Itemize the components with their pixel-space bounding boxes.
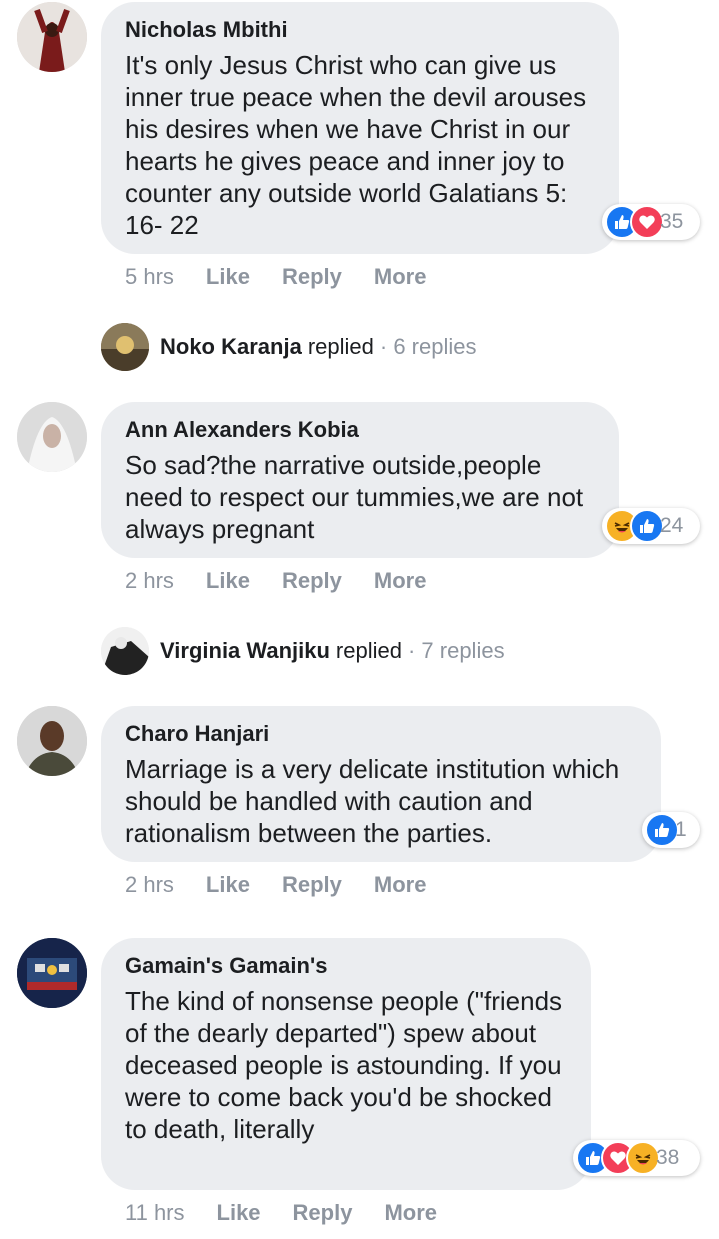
comment-bubble: Nicholas Mbithi It's only Jesus Christ w…	[101, 2, 619, 254]
commenter-name[interactable]: Nicholas Mbithi	[125, 15, 595, 45]
comment-timestamp[interactable]: 11 hrs	[125, 1200, 185, 1226]
reaction-count: 35	[660, 210, 684, 233]
reaction-count: 38	[656, 1146, 680, 1169]
reply-author-name[interactable]: Noko Karanja	[160, 334, 302, 360]
like-button[interactable]: Like	[206, 568, 250, 594]
comment-text: So sad?the narrative outside,people need…	[125, 450, 584, 544]
reply-button[interactable]: Reply	[293, 1200, 353, 1226]
like-icon	[645, 813, 679, 847]
avatar[interactable]	[17, 402, 87, 472]
reaction-summary[interactable]: 1	[642, 812, 700, 848]
replies-link[interactable]: Noko Karanja replied · 6 replies	[101, 323, 476, 371]
comment-actions: 5 hrs Like Reply More	[125, 264, 458, 290]
comment-text: The kind of nonsense people ("friends of…	[125, 986, 563, 1144]
reply-verb: replied	[335, 638, 402, 663]
commenter-name[interactable]: Charo Hanjari	[125, 719, 637, 749]
like-button[interactable]: Like	[206, 872, 250, 898]
reply-author-name[interactable]: Virginia Wanjiku	[160, 638, 330, 664]
comment-actions: 11 hrs Like Reply More	[125, 1200, 469, 1226]
commenter-name[interactable]: Gamain's Gamain's	[125, 951, 567, 981]
reply-avatar	[101, 627, 149, 675]
comment-actions: 2 hrs Like Reply More	[125, 568, 458, 594]
comment-text: Marriage is a very delicate institution …	[125, 754, 620, 848]
more-button[interactable]: More	[374, 568, 427, 594]
more-button[interactable]: More	[374, 872, 427, 898]
avatar[interactable]	[17, 2, 87, 72]
reaction-summary[interactable]: 38	[573, 1140, 700, 1176]
comment-text: It's only Jesus Christ who can give us i…	[125, 50, 587, 240]
comment-timestamp[interactable]: 2 hrs	[125, 568, 174, 594]
comment-bubble: Charo Hanjari Marriage is a very delicat…	[101, 706, 661, 862]
reaction-count: 24	[660, 514, 684, 537]
reply-button[interactable]: Reply	[282, 568, 342, 594]
reaction-count: 1	[675, 818, 687, 841]
like-button[interactable]: Like	[217, 1200, 261, 1226]
reaction-summary[interactable]: 35	[602, 204, 700, 240]
reaction-summary[interactable]: 24	[602, 508, 700, 544]
reply-button[interactable]: Reply	[282, 264, 342, 290]
comment-bubble: Gamain's Gamain's The kind of nonsense p…	[101, 938, 591, 1190]
replies-link[interactable]: Virginia Wanjiku replied · 7 replies	[101, 627, 505, 675]
avatar[interactable]	[17, 938, 87, 1008]
comment-actions: 2 hrs Like Reply More	[125, 872, 458, 898]
comment-timestamp[interactable]: 5 hrs	[125, 264, 174, 290]
more-button[interactable]: More	[374, 264, 427, 290]
love-icon	[630, 205, 664, 239]
haha-icon	[626, 1141, 660, 1175]
like-button[interactable]: Like	[206, 264, 250, 290]
avatar[interactable]	[17, 706, 87, 776]
reply-count: · 6 replies	[379, 334, 477, 359]
reply-count: · 7 replies	[407, 638, 505, 663]
reply-button[interactable]: Reply	[282, 872, 342, 898]
reply-avatar	[101, 323, 149, 371]
more-button[interactable]: More	[384, 1200, 437, 1226]
comment-timestamp[interactable]: 2 hrs	[125, 872, 174, 898]
reply-verb: replied	[307, 334, 374, 359]
commenter-name[interactable]: Ann Alexanders Kobia	[125, 415, 595, 445]
like-icon	[630, 509, 664, 543]
comment-bubble: Ann Alexanders Kobia So sad?the narrativ…	[101, 402, 619, 558]
